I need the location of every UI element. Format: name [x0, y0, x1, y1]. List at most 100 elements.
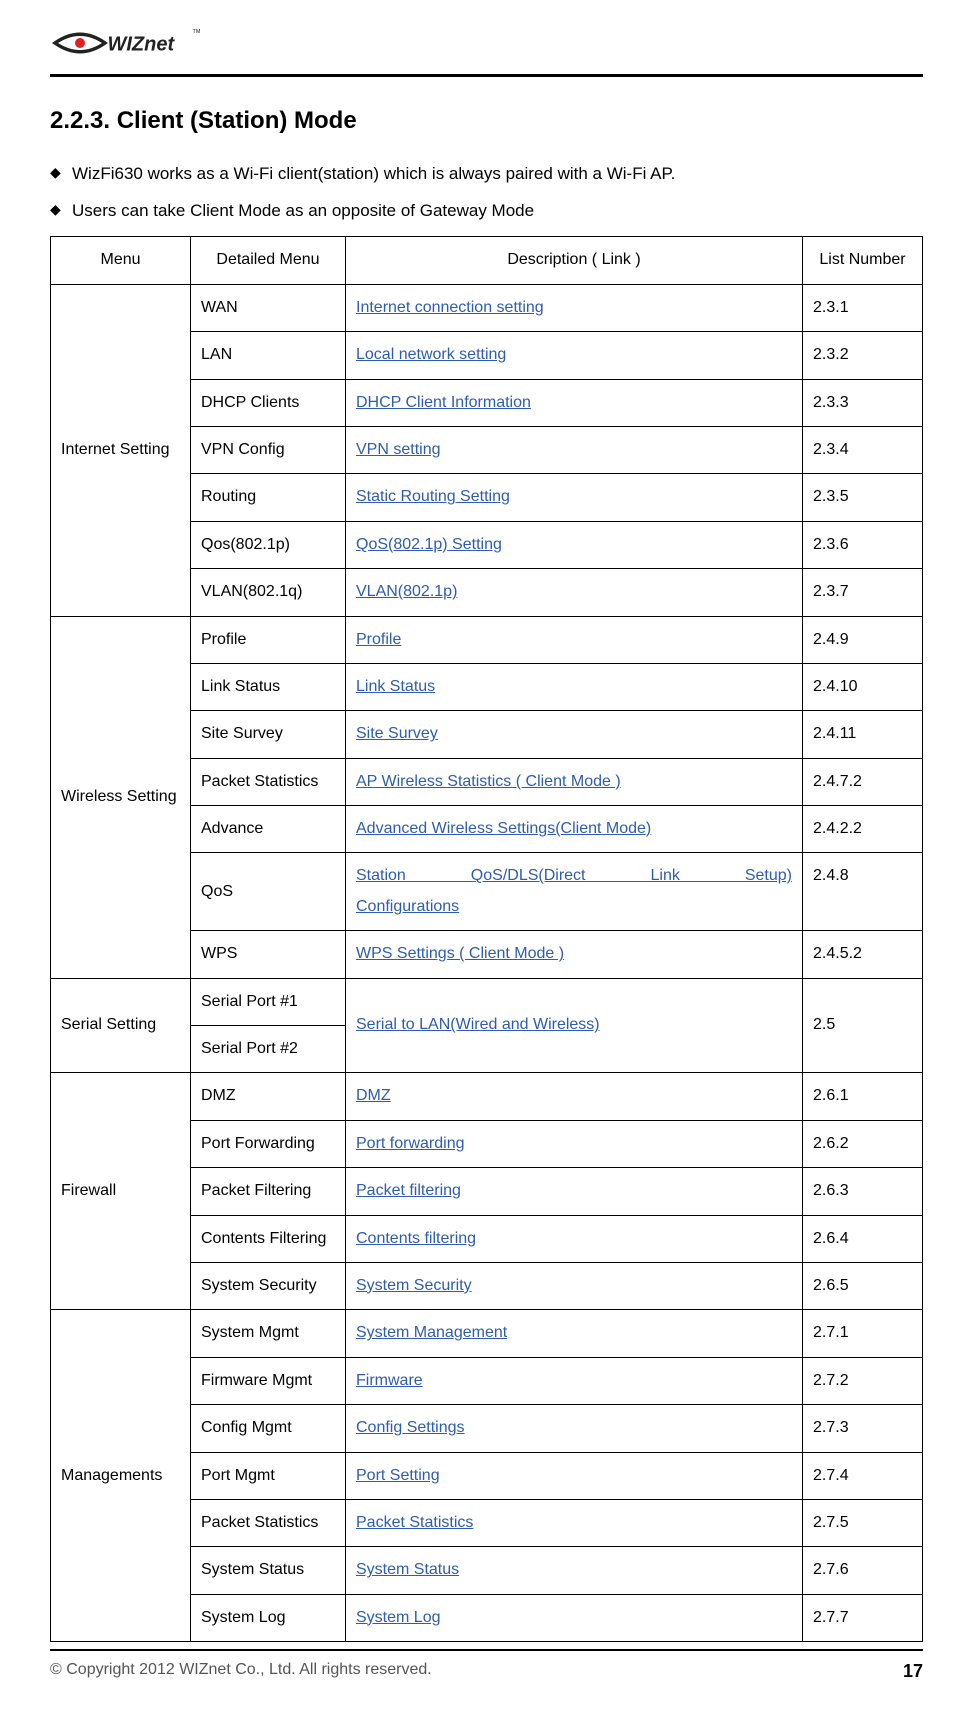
- list-cell: 2.3.3: [803, 379, 923, 426]
- list-cell: 2.3.4: [803, 426, 923, 473]
- detail-cell: Serial Port #1: [191, 978, 346, 1025]
- detail-cell: Config Mgmt: [191, 1405, 346, 1452]
- desc-link[interactable]: System Management: [356, 1324, 507, 1341]
- desc-cell: Port Setting: [346, 1452, 803, 1499]
- detail-cell: Routing: [191, 474, 346, 521]
- desc-link[interactable]: Packet Statistics: [356, 1514, 473, 1531]
- desc-link[interactable]: Config Settings: [356, 1419, 465, 1436]
- desc-cell: System Security: [346, 1262, 803, 1309]
- desc-link[interactable]: System Status: [356, 1561, 459, 1578]
- table-header-row: Menu Detailed Menu Description ( Link ) …: [51, 237, 923, 284]
- list-cell: 2.7.1: [803, 1310, 923, 1357]
- desc-cell: System Status: [346, 1547, 803, 1594]
- list-cell: 2.3.1: [803, 284, 923, 331]
- detail-cell: DMZ: [191, 1073, 346, 1120]
- top-rule: [50, 74, 923, 77]
- desc-link[interactable]: Internet connection setting: [356, 299, 544, 316]
- desc-link[interactable]: System Log: [356, 1609, 440, 1626]
- menu-cell: Serial Setting: [51, 978, 191, 1073]
- desc-link[interactable]: Packet filtering: [356, 1182, 461, 1199]
- desc-link[interactable]: Profile: [356, 631, 401, 648]
- desc-cell: QoS(802.1p) Setting: [346, 521, 803, 568]
- desc-link[interactable]: WPS Settings ( Client Mode ): [356, 945, 564, 962]
- desc-link[interactable]: AP Wireless Statistics ( Client Mode ): [356, 773, 621, 790]
- desc-link[interactable]: DMZ: [356, 1087, 391, 1104]
- list-cell: 2.6.3: [803, 1168, 923, 1215]
- desc-link[interactable]: Contents filtering: [356, 1230, 476, 1247]
- list-cell: 2.4.11: [803, 711, 923, 758]
- list-cell: 2.7.6: [803, 1547, 923, 1594]
- detail-cell: Profile: [191, 616, 346, 663]
- desc-link[interactable]: Port forwarding: [356, 1135, 465, 1152]
- col-menu: Menu: [51, 237, 191, 284]
- desc-link[interactable]: Link Status: [356, 678, 435, 695]
- desc-cell: Static Routing Setting: [346, 474, 803, 521]
- desc-cell: Contents filtering: [346, 1215, 803, 1262]
- list-cell: 2.6.4: [803, 1215, 923, 1262]
- table-row: FirewallDMZDMZ2.6.1: [51, 1073, 923, 1120]
- list-cell: 2.3.5: [803, 474, 923, 521]
- detail-cell: Packet Statistics: [191, 1499, 346, 1546]
- col-detail: Detailed Menu: [191, 237, 346, 284]
- menu-table: Menu Detailed Menu Description ( Link ) …: [50, 236, 923, 1642]
- desc-cell: Port forwarding: [346, 1120, 803, 1167]
- list-cell: 2.4.10: [803, 663, 923, 710]
- desc-link[interactable]: Station QoS/DLS(Direct Link Setup)Config…: [356, 861, 792, 914]
- svg-text:TM: TM: [193, 29, 201, 35]
- desc-link[interactable]: Local network setting: [356, 346, 506, 363]
- page-number: 17: [903, 1661, 923, 1682]
- detail-cell: Serial Port #2: [191, 1026, 346, 1073]
- list-cell: 2.3.2: [803, 332, 923, 379]
- table-row: ManagementsSystem MgmtSystem Management2…: [51, 1310, 923, 1357]
- desc-cell: System Log: [346, 1594, 803, 1641]
- desc-link[interactable]: Firmware: [356, 1372, 423, 1389]
- desc-link[interactable]: Port Setting: [356, 1467, 440, 1484]
- menu-cell: Firewall: [51, 1073, 191, 1310]
- menu-cell: Internet Setting: [51, 284, 191, 616]
- desc-link[interactable]: Static Routing Setting: [356, 488, 510, 505]
- desc-cell: WPS Settings ( Client Mode ): [346, 931, 803, 978]
- detail-cell: Link Status: [191, 663, 346, 710]
- detail-cell: Advance: [191, 806, 346, 853]
- desc-link[interactable]: VPN setting: [356, 441, 440, 458]
- copyright-text: © Copyright 2012 WIZnet Co., Ltd. All ri…: [50, 1661, 432, 1682]
- section-title: 2.2.3. Client (Station) Mode: [50, 107, 923, 135]
- col-desc: Description ( Link ): [346, 237, 803, 284]
- desc-cell: VLAN(802.1p): [346, 569, 803, 616]
- desc-cell: Packet filtering: [346, 1168, 803, 1215]
- desc-link[interactable]: Site Survey: [356, 725, 438, 742]
- desc-cell: Profile: [346, 616, 803, 663]
- detail-cell: Packet Statistics: [191, 758, 346, 805]
- detail-cell: LAN: [191, 332, 346, 379]
- list-cell: 2.3.7: [803, 569, 923, 616]
- desc-cell: Station QoS/DLS(Direct Link Setup)Config…: [346, 853, 803, 931]
- detail-cell: System Security: [191, 1262, 346, 1309]
- desc-cell: DHCP Client Information: [346, 379, 803, 426]
- desc-cell: Link Status: [346, 663, 803, 710]
- detail-cell: WPS: [191, 931, 346, 978]
- list-cell: 2.4.7.2: [803, 758, 923, 805]
- detail-cell: VPN Config: [191, 426, 346, 473]
- desc-cell: AP Wireless Statistics ( Client Mode ): [346, 758, 803, 805]
- bottom-rule: [50, 1649, 923, 1651]
- list-cell: 2.3.6: [803, 521, 923, 568]
- list-cell: 2.7.4: [803, 1452, 923, 1499]
- desc-link[interactable]: System Security: [356, 1277, 472, 1294]
- desc-link[interactable]: Advanced Wireless Settings(Client Mode): [356, 820, 651, 837]
- table-row: Wireless SettingProfileProfile2.4.9: [51, 616, 923, 663]
- desc-cell: Packet Statistics: [346, 1499, 803, 1546]
- desc-link[interactable]: DHCP Client Information: [356, 394, 531, 411]
- desc-link[interactable]: Serial to LAN(Wired and Wireless): [356, 1016, 600, 1033]
- desc-cell: Advanced Wireless Settings(Client Mode): [346, 806, 803, 853]
- detail-cell: VLAN(802.1q): [191, 569, 346, 616]
- list-cell: 2.4.9: [803, 616, 923, 663]
- bullet-list: WizFi630 works as a Wi-Fi client(station…: [50, 160, 923, 224]
- detail-cell: System Mgmt: [191, 1310, 346, 1357]
- svg-text:WIZnet: WIZnet: [108, 34, 176, 56]
- list-cell: 2.6.1: [803, 1073, 923, 1120]
- detail-cell: DHCP Clients: [191, 379, 346, 426]
- desc-cell: Local network setting: [346, 332, 803, 379]
- desc-link[interactable]: QoS(802.1p) Setting: [356, 536, 502, 553]
- detail-cell: WAN: [191, 284, 346, 331]
- desc-link[interactable]: VLAN(802.1p): [356, 583, 457, 600]
